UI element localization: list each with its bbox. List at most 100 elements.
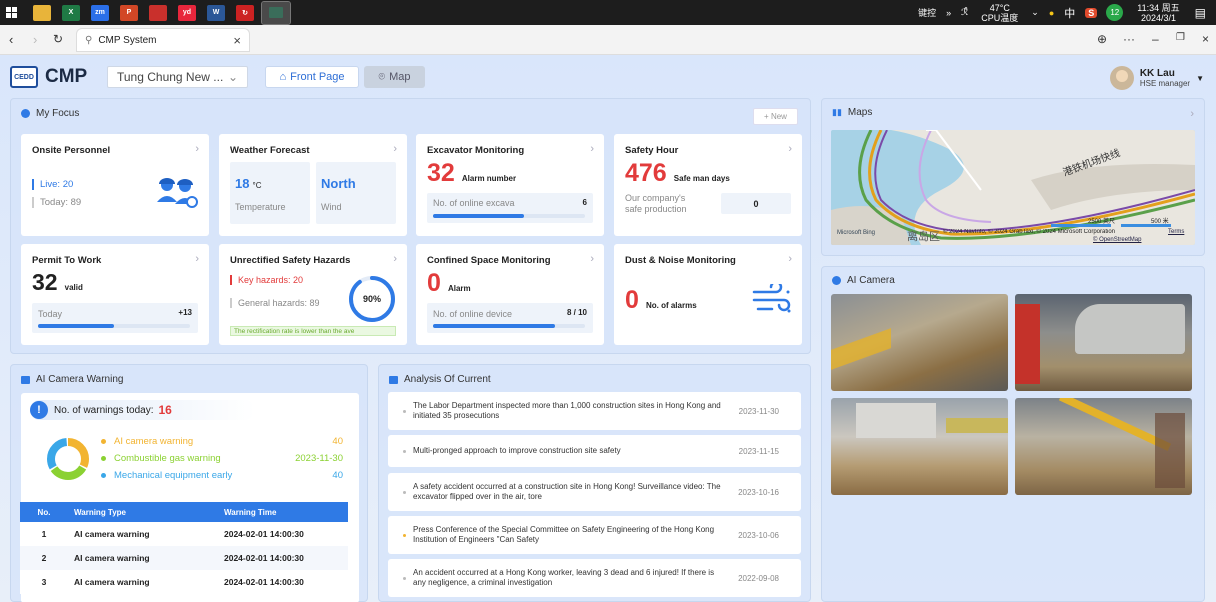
language-indicator[interactable]: 中 — [1064, 5, 1075, 21]
safety-hour-card[interactable]: Safety Hour › 476 Safe man days Our comp… — [614, 134, 802, 236]
camera-feed-3[interactable] — [831, 398, 1008, 495]
back-icon[interactable]: ‹ — [9, 32, 13, 47]
terminal-icon[interactable] — [261, 0, 291, 25]
chevron-right-icon[interactable]: › — [393, 143, 397, 155]
map-terms-link[interactable]: Terms — [1168, 229, 1184, 235]
news-text: Press Conference of the Special Committe… — [413, 525, 715, 544]
windows-start-icon[interactable] — [0, 0, 22, 25]
map-scale-meters: 500 米 — [1151, 219, 1169, 225]
reload-icon[interactable]: ↻ — [53, 32, 63, 46]
globe-icon[interactable]: ⊕ — [1097, 32, 1107, 46]
permit-card[interactable]: Permit To Work › 32 valid Today +13 — [21, 244, 209, 345]
dust-title: Dust & Noise Monitoring — [625, 255, 736, 266]
chevron-right-icon[interactable]: › — [195, 143, 199, 155]
table-row[interactable]: 3 AI camera warning 2024-02-01 14:00:30 — [20, 570, 348, 594]
chevron-right-icon[interactable]: › — [393, 253, 397, 265]
onsite-personnel-card[interactable]: Onsite Personnel › Live: 20 Today: 89 — [21, 134, 209, 236]
map-osm-link[interactable]: © OpenStreetMap — [1093, 237, 1141, 243]
row-no: 3 — [20, 570, 68, 594]
col-warning-time: Warning Time — [218, 502, 348, 522]
tray-label[interactable]: 键控 — [918, 6, 936, 19]
chevron-right-icon[interactable]: › — [1190, 108, 1194, 120]
ai-warning-title: AI Camera Warning — [36, 374, 124, 385]
confined-space-card[interactable]: Confined Space Monitoring › 0 Alarm No. … — [416, 244, 604, 345]
news-item[interactable]: The Labor Department inspected more than… — [388, 392, 801, 430]
folder-icon[interactable] — [33, 4, 51, 21]
clock-date: 2024/3/1 — [1140, 12, 1176, 23]
refresh-app-icon[interactable]: ↻ — [236, 4, 254, 21]
chevron-right-icon[interactable]: › — [590, 143, 594, 155]
link-icon: ⚲ — [85, 34, 93, 46]
camera-feed-2[interactable] — [1015, 294, 1192, 391]
pdf-icon[interactable] — [149, 4, 167, 21]
camera-feed-1[interactable] — [831, 294, 1008, 391]
restore-icon[interactable]: ❐ — [1176, 32, 1185, 43]
word-icon[interactable]: W — [207, 4, 225, 21]
user-menu[interactable]: KK Lau HSE manager ▼ — [1109, 66, 1204, 90]
row-no: 1 — [20, 522, 68, 546]
bullet-icon — [403, 576, 406, 580]
map-view[interactable]: 港铁机场快线 离岛区 Microsoft Bing 2500 英尺 500 米 … — [831, 130, 1195, 245]
row-warning-type: AI camera warning — [68, 570, 218, 594]
map-credit: © 2024 NavInfo, © 2024 GrabTaxi, © 2024 … — [943, 229, 1116, 235]
close-window-icon[interactable]: × — [1202, 32, 1209, 46]
cpu-temp-value: 47°C — [989, 2, 1010, 13]
cedd-logo: CEDD — [10, 66, 38, 88]
sogou-icon[interactable]: S — [1085, 7, 1098, 18]
chevron-right-icon[interactable]: › — [195, 253, 199, 265]
map-scale-feet: 2500 英尺 — [1088, 219, 1116, 225]
excavator-online-label: No. of online excava — [433, 198, 515, 208]
weather-card[interactable]: Weather Forecast › 18 °C Temperature Nor… — [219, 134, 407, 236]
youdao-icon[interactable]: yd — [178, 4, 196, 21]
chevron-right-icon[interactable]: › — [788, 253, 792, 265]
my-focus-title: My Focus — [36, 108, 80, 119]
user-name: KK Lau — [1139, 67, 1175, 79]
news-item[interactable]: Multi-pronged approach to improve constr… — [388, 435, 801, 467]
cpu-temperature[interactable]: 47°C CPU温度 — [981, 3, 1018, 23]
site-select[interactable]: Tung Chung New ... ⌄ — [107, 66, 248, 88]
permit-progress — [38, 324, 190, 328]
chevron-up-icon[interactable]: ⌄ — [1031, 7, 1039, 18]
warnings-today-label: No. of warnings today: — [54, 404, 154, 416]
excel-icon[interactable]: X — [62, 4, 80, 21]
zoom-icon[interactable]: zm — [91, 4, 109, 21]
powerpoint-icon[interactable]: P — [120, 4, 138, 21]
legend-item: Mechanical equipment early 40 — [101, 467, 343, 484]
onsite-title: Onsite Personnel — [32, 145, 111, 156]
close-tab-icon[interactable]: × — [233, 33, 241, 48]
map-button[interactable]: ⌾ Map — [364, 66, 425, 88]
home-icon: ⌂ — [279, 71, 287, 83]
browser-tab[interactable]: ⚲ CMP System × — [76, 28, 250, 52]
table-row[interactable]: 2 AI camera warning 2024-02-01 14:00:30 — [20, 546, 348, 570]
dust-noise-card[interactable]: Dust & Noise Monitoring › 0 No. of alarm… — [614, 244, 802, 345]
network-icon[interactable]: ● — [1049, 8, 1054, 18]
table-row[interactable]: 1 AI camera warning 2024-02-01 14:00:30 — [20, 522, 348, 546]
safe-production-label: Our company's safe production — [625, 193, 687, 214]
tray-expand-icon[interactable]: » — [946, 8, 951, 18]
new-button[interactable]: + New — [753, 108, 798, 125]
action-center-icon[interactable]: ▤ — [1195, 6, 1206, 20]
hazards-card[interactable]: Unrectified Safety Hazards › Key hazards… — [219, 244, 407, 345]
pinyin-icon[interactable]: ℛ̊ — [961, 7, 968, 18]
confined-online-box: No. of online device 8 / 10 — [427, 303, 593, 333]
rectification-ring: 90% — [349, 276, 395, 322]
news-item[interactable]: Press Conference of the Special Committe… — [388, 516, 801, 554]
system-clock[interactable]: 11:34 周五 2024/3/1 — [1137, 3, 1179, 23]
news-item[interactable]: An accident occurred at a Hong Kong work… — [388, 559, 801, 597]
more-icon[interactable]: ··· — [1123, 32, 1135, 46]
avatar — [1109, 66, 1134, 90]
camera-feed-4[interactable] — [1015, 398, 1192, 495]
excavator-card[interactable]: Excavator Monitoring › 32 Alarm number N… — [416, 134, 604, 236]
chevron-right-icon[interactable]: › — [590, 253, 594, 265]
brand-title: CMP — [45, 66, 88, 87]
front-page-button[interactable]: ⌂ Front Page — [265, 66, 359, 88]
chevron-right-icon[interactable]: › — [788, 143, 792, 155]
tab-title: CMP System — [98, 34, 157, 46]
news-item[interactable]: A safety accident occurred at a construc… — [388, 473, 801, 511]
forward-icon[interactable]: › — [33, 32, 37, 47]
warning-legend: AI camera warning 40 Combustible gas warni… — [101, 433, 343, 484]
minimize-icon[interactable]: – — [1152, 32, 1159, 46]
notification-badge[interactable]: 12 — [1106, 4, 1124, 21]
chart-bars-icon: ▮▮ — [832, 107, 842, 117]
warning-table: No. Warning Type Warning Time 1 AI camera… — [20, 502, 348, 594]
